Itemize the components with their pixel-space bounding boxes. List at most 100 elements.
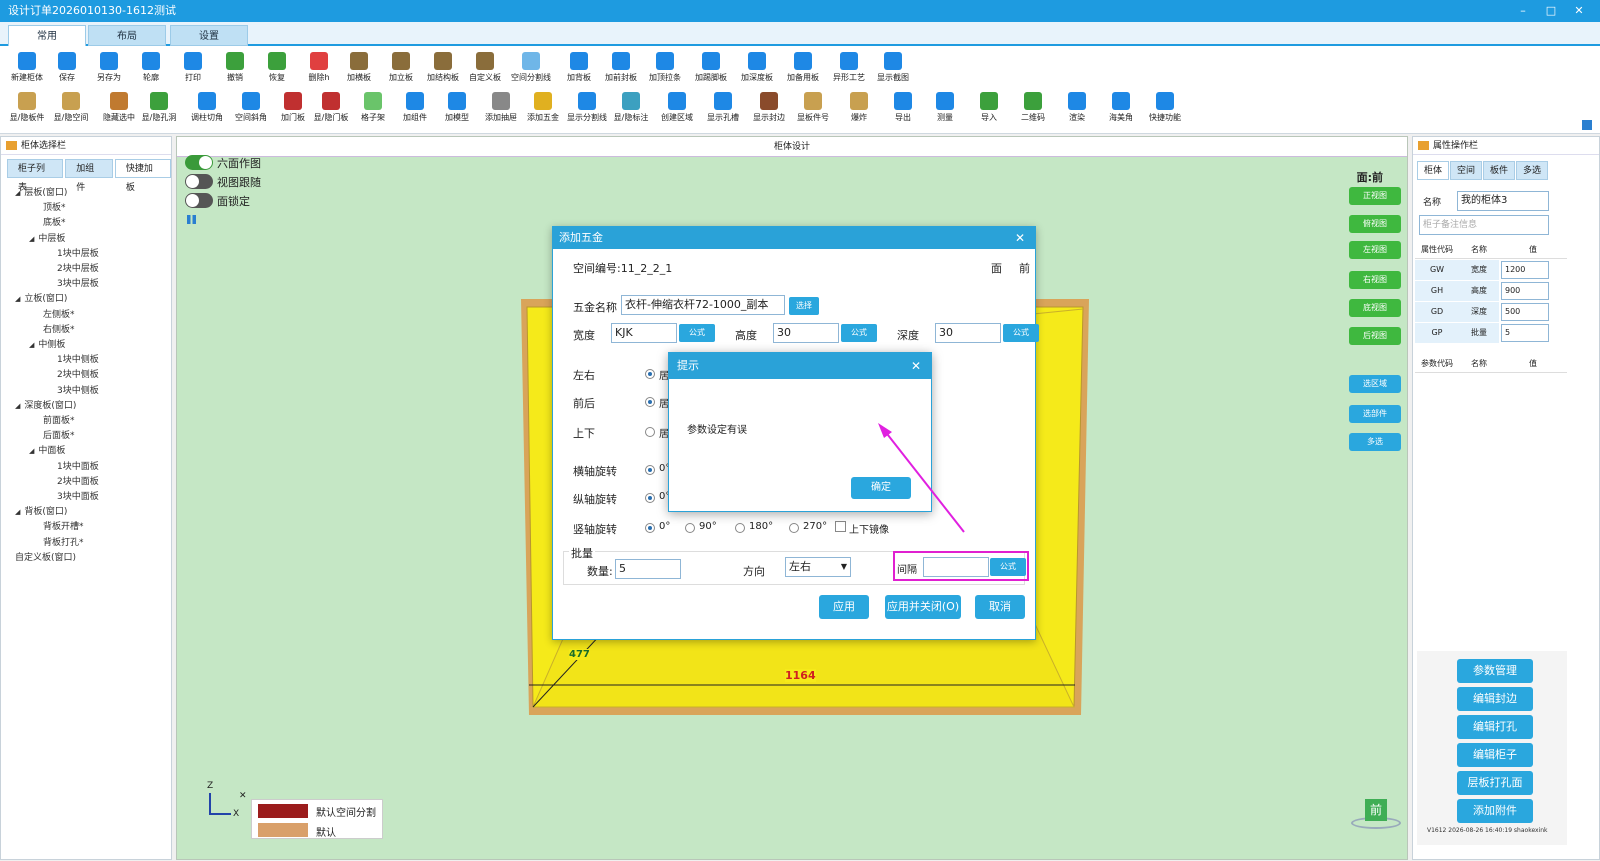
tab-cabinet-list[interactable]: 柜子列表 <box>7 159 64 193</box>
tree-item[interactable]: 底板* <box>43 215 66 228</box>
tree-item[interactable]: 1块中层板 <box>57 246 99 259</box>
popup-close-icon[interactable]: ✕ <box>911 353 921 379</box>
toolbar_row1-add-front-seal-button[interactable]: 加前封板 <box>598 52 644 83</box>
cabinet-name-input[interactable]: 我的柜体3 <box>1457 191 1549 211</box>
property-value-input[interactable]: 900 <box>1501 282 1549 300</box>
tab-settings[interactable]: 设置 <box>170 25 248 46</box>
toolbar_row2-qrcode-button[interactable]: 二维码 <box>1010 92 1056 123</box>
z-rotate-0-radio[interactable] <box>645 523 655 533</box>
gap-formula-button[interactable]: 公式 <box>990 558 1026 576</box>
tree-item[interactable]: 顶板* <box>43 200 66 213</box>
toolbar_row1-add-vertical-board-button[interactable]: 加立板 <box>378 52 424 83</box>
tree-item[interactable]: 3块中层板 <box>57 276 99 289</box>
toolbar_row1-custom-board-button[interactable]: 自定义板 <box>462 52 508 83</box>
height-input[interactable]: 30 <box>773 323 839 343</box>
left-view-button[interactable]: 左视图 <box>1349 241 1401 259</box>
direction-select[interactable]: 左右 ▼ <box>785 557 851 577</box>
tree-item[interactable]: 左侧板* <box>43 307 75 320</box>
toolbar_row1-redo-button[interactable]: 恢复 <box>254 52 300 83</box>
cabinet-remark-input[interactable]: 柜子备注信息 <box>1419 215 1549 235</box>
tab-layout[interactable]: 布局 <box>88 25 166 46</box>
width-formula-button[interactable]: 公式 <box>679 324 715 342</box>
tab-common[interactable]: 常用 <box>8 25 86 46</box>
toolbar_row1-add-top-strip-button[interactable]: 加顶拉条 <box>642 52 688 83</box>
tree-item[interactable]: ◢ 深度板(窗口) <box>15 398 76 411</box>
tree-item[interactable]: 3块中面板 <box>57 489 99 502</box>
bottom-view-button[interactable]: 底视图 <box>1349 299 1401 317</box>
edit-drill-button[interactable]: 编辑打孔 <box>1457 715 1533 739</box>
fb-center-radio[interactable] <box>645 397 655 407</box>
tree-item[interactable]: 前面板* <box>43 413 75 426</box>
toolbar_row1-undo-button[interactable]: 撤销 <box>212 52 258 83</box>
toolbar_row2-toggle-holes-button[interactable]: 显/隐孔洞 <box>136 92 182 123</box>
apply-close-button[interactable]: 应用并关闭(O) <box>885 595 961 619</box>
tree-expander-icon[interactable]: ◢ <box>15 508 20 516</box>
tree-expander-icon[interactable]: ◢ <box>29 235 34 243</box>
toolbar_row2-quick-function-button[interactable]: 快捷功能 <box>1142 92 1188 123</box>
apply-button[interactable]: 应用 <box>819 595 869 619</box>
tree-item[interactable]: ◢ 立板(窗口) <box>15 291 67 304</box>
z-rotate-270-radio[interactable] <box>789 523 799 533</box>
tab-cabinet[interactable]: 柜体 <box>1417 161 1450 180</box>
z-rotate-180-radio[interactable] <box>735 523 745 533</box>
property-value-input[interactable]: 5 <box>1501 324 1549 342</box>
maximize-button[interactable]: □ <box>1544 0 1558 22</box>
toolbar_row2-space-bevel-button[interactable]: 空间斜角 <box>228 92 274 123</box>
v-rotate-0-radio[interactable] <box>645 493 655 503</box>
tab-add-component[interactable]: 加组件 <box>65 159 113 193</box>
tree-item[interactable]: 3块中侧板 <box>57 383 99 396</box>
toolbar_row2-measure-button[interactable]: 测量 <box>922 92 968 123</box>
param-manage-button[interactable]: 参数管理 <box>1457 659 1533 683</box>
toolbar_row2-toggle-door-button[interactable]: 显/隐门板 <box>308 92 354 123</box>
front-view-button[interactable]: 正视图 <box>1349 187 1401 205</box>
toolbar_row2-explode-button[interactable]: 爆炸 <box>836 92 882 123</box>
tree-item[interactable]: 右侧板* <box>43 322 75 335</box>
toolbar_row2-toggle-space-button[interactable]: 显/隐空间 <box>48 92 94 123</box>
toolbar_row2-render-button[interactable]: 渲染 <box>1054 92 1100 123</box>
toolbar_row2-add-component-button[interactable]: 加组件 <box>392 92 438 123</box>
quantity-input[interactable]: 5 <box>615 559 681 579</box>
tree-expander-icon[interactable]: ◢ <box>29 341 34 349</box>
mirror-checkbox[interactable] <box>835 521 846 532</box>
tab-multi[interactable]: 多选 <box>1516 161 1549 180</box>
edit-edge-button[interactable]: 编辑封边 <box>1457 687 1533 711</box>
tree-item[interactable]: ◢ 背板(窗口) <box>15 504 67 517</box>
select-region-button[interactable]: 选区域 <box>1349 375 1401 393</box>
toolbar_row1-add-structure-board-button[interactable]: 加结构板 <box>420 52 466 83</box>
toolbar_row2-toggle-dimension-button[interactable]: 显/隐标注 <box>608 92 654 123</box>
select-hardware-button[interactable]: 选择 <box>789 297 819 315</box>
width-input[interactable]: KJK <box>611 323 677 343</box>
toolbar_row2-export-button[interactable]: 导出 <box>880 92 926 123</box>
view-cube[interactable]: 前 <box>1351 797 1401 831</box>
close-button[interactable]: ✕ <box>1572 0 1586 22</box>
toolbar_row2-corner-button[interactable]: 海美角 <box>1098 92 1144 123</box>
toolbar_row1-add-back-panel-button[interactable]: 加背板 <box>556 52 602 83</box>
tree-expander-icon[interactable]: ◢ <box>29 447 34 455</box>
tree-item[interactable]: ◢ 中层板 <box>29 231 65 244</box>
add-attachment-button[interactable]: 添加附件 <box>1457 799 1533 823</box>
minimize-button[interactable]: – <box>1516 0 1530 22</box>
depth-formula-button[interactable]: 公式 <box>1003 324 1039 342</box>
tree-item[interactable]: 自定义板(窗口) <box>15 550 76 563</box>
tree-expander-icon[interactable]: ◢ <box>15 295 20 303</box>
ud-center-radio[interactable] <box>645 427 655 437</box>
dialog-close-icon[interactable]: ✕ <box>1015 227 1025 249</box>
tree-item[interactable]: 1块中面板 <box>57 459 99 472</box>
h-rotate-0-radio[interactable] <box>645 465 655 475</box>
property-value-input[interactable]: 500 <box>1501 303 1549 321</box>
toolbar_row1-save-button[interactable]: 保存 <box>44 52 90 83</box>
toolbar_row2-add-model-button[interactable]: 加模型 <box>434 92 480 123</box>
shelf-drill-face-button[interactable]: 层板打孔面 <box>1457 771 1533 795</box>
right-view-button[interactable]: 右视图 <box>1349 271 1401 289</box>
toolbar_row2-create-region-button[interactable]: 创建区域 <box>654 92 700 123</box>
toolbar_row2-grid-rack-button[interactable]: 格子架 <box>350 92 396 123</box>
tree-item[interactable]: 2块中侧板 <box>57 367 99 380</box>
toolbar_row1-special-process-button[interactable]: 异形工艺 <box>826 52 872 83</box>
cancel-button[interactable]: 取消 <box>975 595 1025 619</box>
toolbar_row2-show-edge-button[interactable]: 显示封边 <box>746 92 792 123</box>
tree-item[interactable]: 1块中侧板 <box>57 352 99 365</box>
tree-item[interactable]: ◢ 中侧板 <box>29 337 65 350</box>
multi-select-button[interactable]: 多选 <box>1349 433 1401 451</box>
select-part-button[interactable]: 选部件 <box>1349 405 1401 423</box>
toolbar_row1-space-divider-button[interactable]: 空间分割线 <box>508 52 554 83</box>
